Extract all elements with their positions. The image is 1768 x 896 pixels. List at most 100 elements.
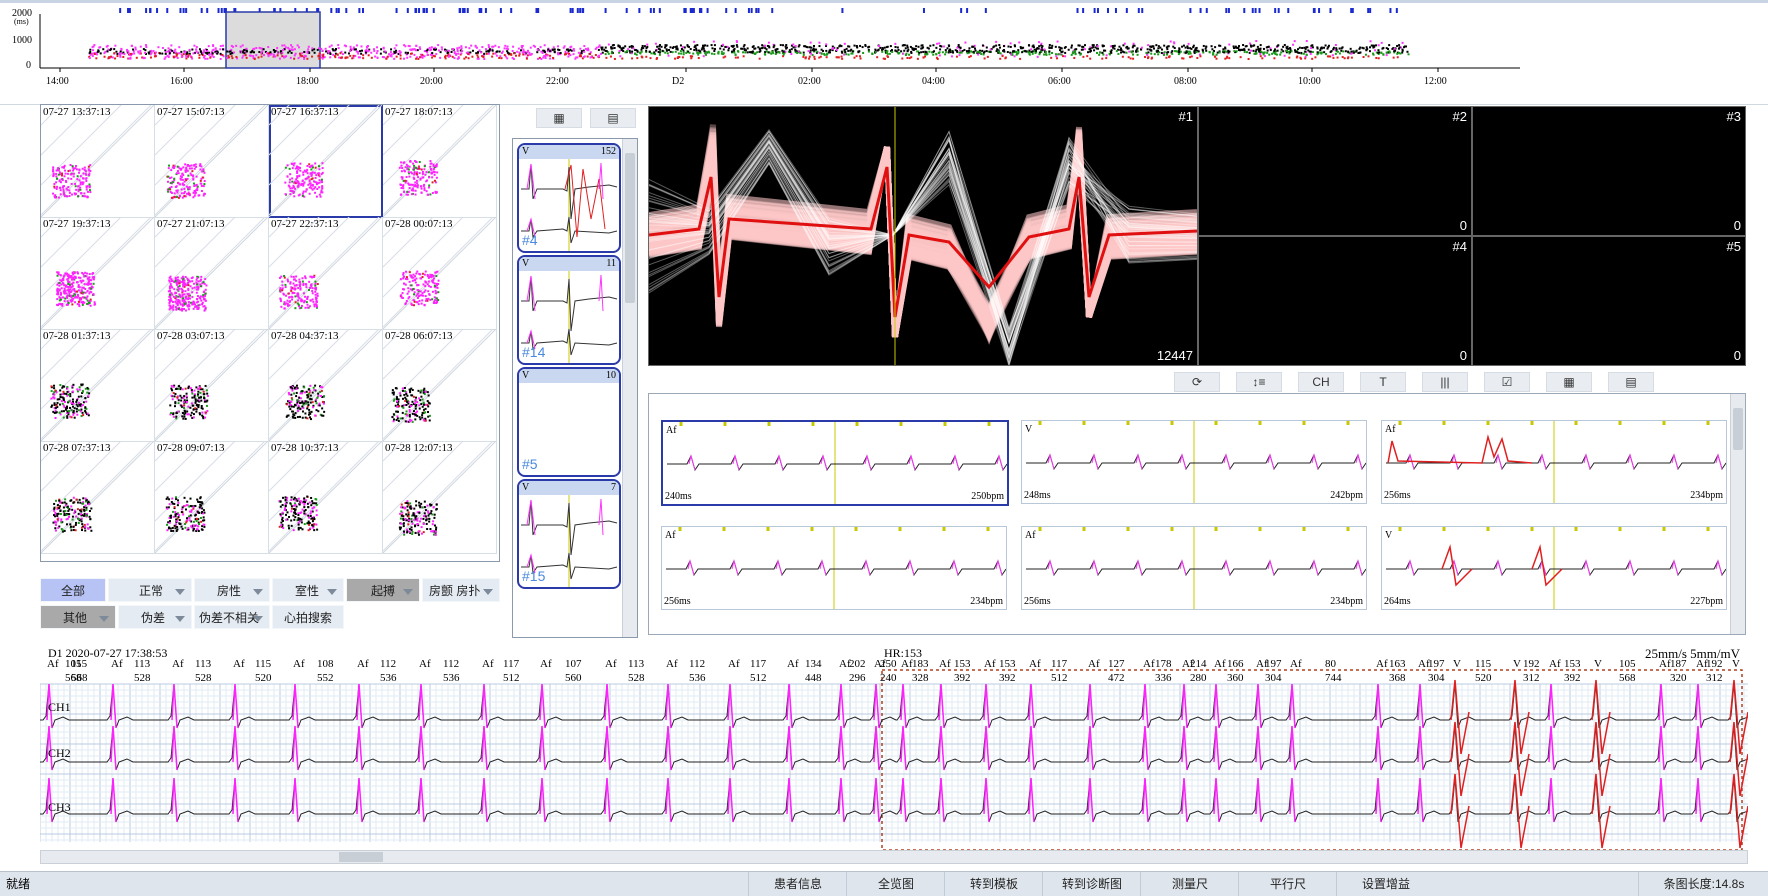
scatter-cell[interactable]: 07-27 21:07:13 <box>155 217 269 330</box>
rr-trend-panel[interactable]: 2000 (ms) 1000 0 14:0016:0018:0020:0022:… <box>0 0 1768 105</box>
status-button[interactable]: 平行尺 <box>1238 872 1337 896</box>
beat-rr: 392 <box>999 672 1016 684</box>
beat-type: Af <box>540 658 552 670</box>
overlay-panel-2[interactable]: #2 0 <box>1198 106 1472 236</box>
filter-atrial-button[interactable]: 房性 <box>194 578 270 602</box>
overlay-panel-4[interactable]: #4 0 <box>1198 236 1472 366</box>
grid-layout-1-button[interactable]: ▦ <box>536 108 582 128</box>
beat-search-button[interactable]: 心拍搜索 <box>272 605 344 629</box>
rhythm-strip[interactable]: Af256ms234bpm <box>661 526 1007 610</box>
beat-type: Af <box>1659 658 1671 670</box>
status-button[interactable]: 测量尺 <box>1140 872 1239 896</box>
chevron-down-icon[interactable] <box>483 589 493 595</box>
scatter-cell[interactable]: 07-28 10:37:13 <box>269 441 383 554</box>
ecg-scroll-thumb[interactable] <box>339 852 383 862</box>
scatter-cell[interactable]: 07-27 15:07:13 <box>155 105 269 218</box>
strip-tool-button[interactable]: ▤ <box>1608 372 1654 392</box>
chevron-down-icon[interactable] <box>327 589 337 595</box>
filter-other-button[interactable]: 其他 <box>40 605 116 629</box>
status-button[interactable]: 设置增益 <box>1336 872 1435 896</box>
beat-type: Af <box>901 658 913 670</box>
overlay-panel-main[interactable]: #1 12447 <box>648 106 1198 366</box>
rhythm-strip[interactable]: V248ms242bpm <box>1021 420 1367 504</box>
template-scroll-thumb[interactable] <box>625 153 635 303</box>
beat-rr: 528 <box>195 672 212 684</box>
scatter-cell[interactable]: 07-27 22:37:13 <box>269 217 383 330</box>
beat-hr: 113 <box>134 658 150 670</box>
status-button[interactable]: 转到诊断图 <box>1042 872 1141 896</box>
overlay-panel-5[interactable]: #5 0 <box>1472 236 1746 366</box>
scatter-cell-time: 07-28 06:07:13 <box>385 330 453 342</box>
beat-hr: 117 <box>750 658 766 670</box>
filter-artifact-unrelated-button[interactable]: 伪差不相关 <box>194 605 270 629</box>
strip-tool-button[interactable]: ||| <box>1422 372 1468 392</box>
scatter-plot <box>269 441 382 553</box>
chevron-down-icon[interactable] <box>403 589 413 595</box>
rhythm-strip[interactable]: Af256ms234bpm <box>1021 526 1367 610</box>
strip-tool-button[interactable]: ▦ <box>1546 372 1592 392</box>
chevron-down-icon[interactable] <box>253 616 263 622</box>
filter-normal-button[interactable]: 正常 <box>108 578 192 602</box>
beat-rr: 304 <box>1428 672 1445 684</box>
beat-type: V <box>1513 658 1521 670</box>
scatter-cell[interactable]: 07-27 19:37:13 <box>41 217 155 330</box>
chevron-down-icon[interactable] <box>99 616 109 622</box>
scatter-cell-time: 07-28 10:37:13 <box>271 442 339 454</box>
template-card[interactable]: V10#5 <box>517 367 621 477</box>
scatter-cell[interactable]: 07-28 01:37:13 <box>41 329 155 442</box>
strip-tool-button[interactable]: ↕≡ <box>1236 372 1282 392</box>
filter-pacing-button[interactable]: 起搏 <box>346 578 420 602</box>
template-id: #14 <box>522 344 545 360</box>
time-tick: 16:00 <box>170 76 193 87</box>
template-scrollbar[interactable] <box>622 139 637 637</box>
status-button[interactable]: 全览图 <box>846 872 945 896</box>
grid-layout-2-button[interactable]: ▤ <box>590 108 636 128</box>
strip-tool-button[interactable]: ⟳ <box>1174 372 1220 392</box>
strip-tool-button[interactable]: T <box>1360 372 1406 392</box>
filter-ventricular-button[interactable]: 室性 <box>272 578 344 602</box>
scatter-cell[interactable]: 07-28 09:07:13 <box>155 441 269 554</box>
rhythm-strip[interactable]: V264ms227bpm <box>1381 526 1727 610</box>
overlay-panel-3[interactable]: #3 0 <box>1472 106 1746 236</box>
filter-all-button[interactable]: 全部 <box>40 578 106 602</box>
scatter-cell[interactable]: 07-27 16:37:13 <box>269 105 383 218</box>
beat-hr: 107 <box>565 658 582 670</box>
strip-scrollbar[interactable] <box>1730 394 1745 634</box>
chevron-down-icon[interactable] <box>253 589 263 595</box>
status-bar: 就绪 患者信息全览图转到模板转到诊断图测量尺平行尺设置增益 条图长度:14.8s <box>0 871 1768 896</box>
scatter-cell[interactable]: 07-28 07:37:13 <box>41 441 155 554</box>
beat-hr: 187 <box>1670 658 1687 670</box>
strip-tool-button[interactable]: ☑ <box>1484 372 1530 392</box>
scatter-cell[interactable]: 07-27 18:07:13 <box>383 105 497 218</box>
status-ready: 就绪 <box>6 872 30 896</box>
scatter-cell[interactable]: 07-28 12:07:13 <box>383 441 497 554</box>
template-card[interactable]: V11#14 <box>517 255 621 365</box>
scatter-plot <box>155 217 268 329</box>
ecg-strip-panel[interactable]: D1 2020-07-27 17:38:53 HR:153 25mm/s 5mm… <box>40 642 1748 864</box>
scatter-cell[interactable]: 07-28 03:07:13 <box>155 329 269 442</box>
beat-type: Af <box>482 658 494 670</box>
strip-waveform <box>663 422 1007 504</box>
scatter-cell[interactable]: 07-27 13:37:13 <box>41 105 155 218</box>
chevron-down-icon[interactable] <box>175 589 185 595</box>
template-card[interactable]: V7#15 <box>517 479 621 589</box>
scatter-plot <box>383 441 496 553</box>
filter-artifact-button[interactable]: 伪差 <box>118 605 192 629</box>
strip-label: V <box>1025 424 1032 435</box>
scatter-cell[interactable]: 07-28 04:37:13 <box>269 329 383 442</box>
rhythm-strip[interactable]: Af240ms250bpm <box>661 420 1009 506</box>
scatter-cell[interactable]: 07-28 06:07:13 <box>383 329 497 442</box>
filter-flutter-button[interactable]: 房颤 房扑 <box>422 578 500 602</box>
status-button[interactable]: 患者信息 <box>748 872 847 896</box>
strip-scroll-thumb[interactable] <box>1733 408 1743 450</box>
rhythm-strip[interactable]: Af256ms234bpm <box>1381 420 1727 504</box>
beat-hr: 127 <box>1108 658 1125 670</box>
chevron-down-icon[interactable] <box>175 616 185 622</box>
rr-trend-chart[interactable] <box>0 0 1768 104</box>
status-button[interactable]: 转到模板 <box>944 872 1043 896</box>
scatter-cell[interactable]: 07-28 00:07:13 <box>383 217 497 330</box>
template-card[interactable]: V152#4 <box>517 143 621 253</box>
strip-length-label[interactable]: 条图长度:14.8s <box>1638 872 1768 896</box>
ecg-horizontal-scrollbar[interactable] <box>40 850 1748 864</box>
strip-tool-button[interactable]: CH <box>1298 372 1344 392</box>
